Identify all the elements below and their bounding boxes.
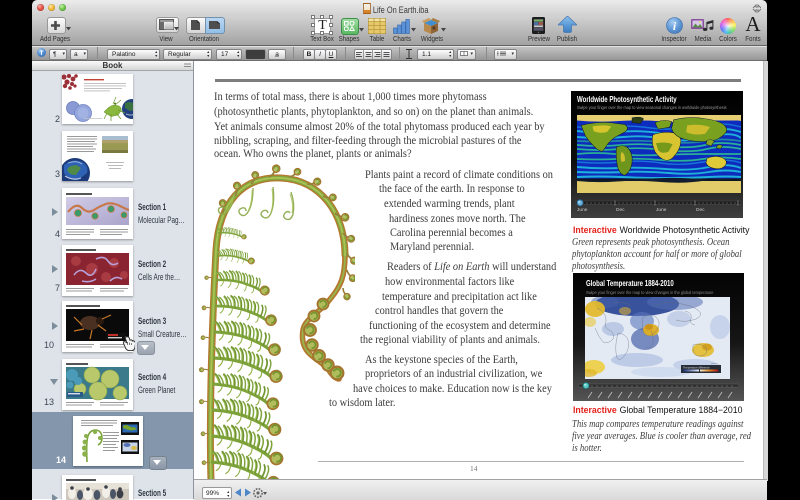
- svg-text:Temperature difference: Temperature difference: [683, 365, 710, 369]
